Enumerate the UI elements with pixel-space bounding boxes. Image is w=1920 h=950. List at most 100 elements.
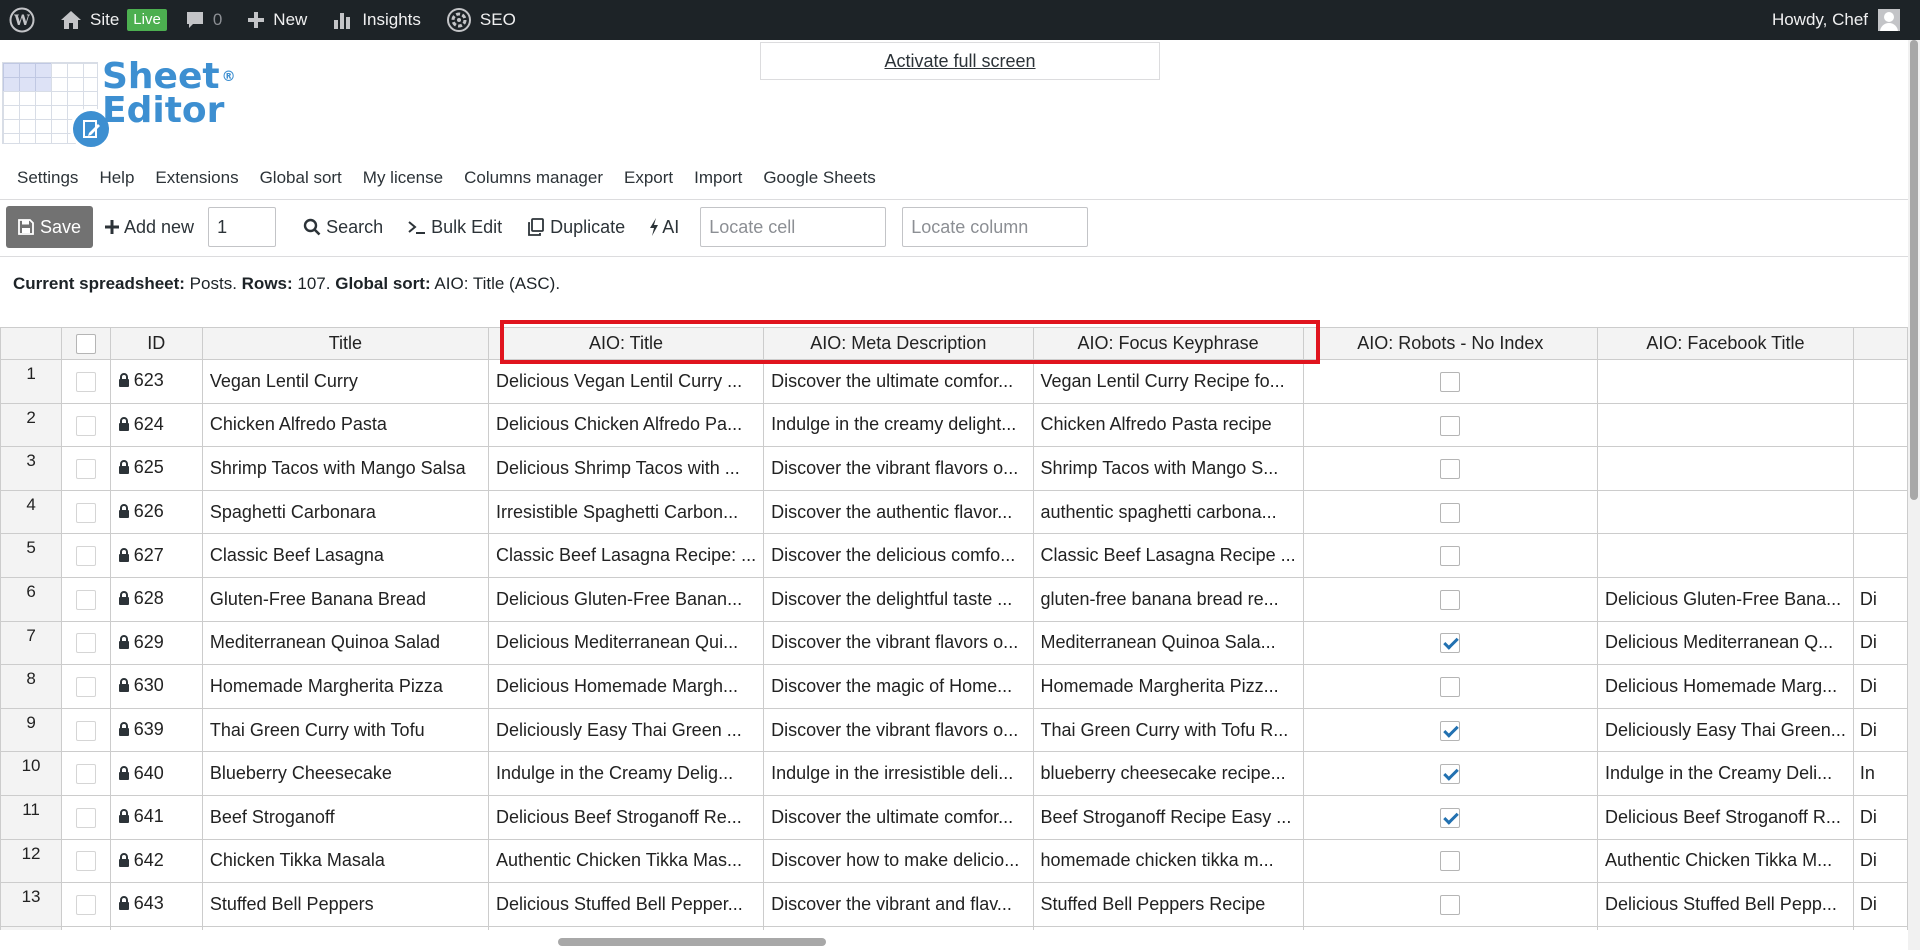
- facebook-title-cell[interactable]: Delicious Homemade Marg...: [1597, 664, 1854, 709]
- row-number[interactable]: 7: [0, 620, 63, 666]
- title-cell[interactable]: Shrimp Tacos with Mango Salsa: [201, 446, 489, 491]
- next-column-cell[interactable]: Di: [1852, 707, 1908, 753]
- aio-title-cell[interactable]: Deliciously Easy Thai Green ...: [487, 707, 765, 753]
- column-header-aio-robots-noindex[interactable]: AIO: Robots - No Index: [1302, 327, 1599, 360]
- next-column-cell[interactable]: [1852, 489, 1908, 535]
- row-select-cell[interactable]: [61, 664, 111, 709]
- next-column-cell[interactable]: [1852, 359, 1908, 404]
- next-column-cell[interactable]: Di: [1852, 794, 1908, 840]
- column-header-aio-focus-keyphrase[interactable]: AIO: Focus Keyphrase: [1032, 327, 1304, 360]
- meta-description-cell[interactable]: [763, 925, 1034, 930]
- facebook-title-cell[interactable]: [1597, 489, 1854, 535]
- add-new-button[interactable]: Add new: [105, 217, 194, 238]
- row-number[interactable]: 4: [0, 489, 63, 535]
- noindex-cell[interactable]: [1302, 576, 1599, 622]
- noindex-cell[interactable]: [1302, 751, 1599, 796]
- meta-description-cell[interactable]: Discover the ultimate comfor...: [763, 359, 1034, 404]
- id-cell[interactable]: 642: [109, 838, 203, 884]
- menu-google-sheets[interactable]: Google Sheets: [763, 168, 875, 194]
- id-cell[interactable]: 641: [109, 794, 203, 840]
- focus-keyphrase-cell[interactable]: Thai Green Curry with Tofu R...: [1032, 707, 1304, 753]
- locate-column-input[interactable]: [902, 207, 1089, 247]
- meta-description-cell[interactable]: Indulge in the creamy delight...: [763, 402, 1034, 448]
- comments-menu[interactable]: 0: [176, 0, 231, 40]
- focus-keyphrase-cell[interactable]: blueberry cheesecake recipe...: [1032, 751, 1304, 796]
- row-select-cell[interactable]: [61, 446, 111, 491]
- id-cell[interactable]: [109, 925, 203, 930]
- duplicate-button[interactable]: Duplicate: [527, 217, 625, 238]
- aio-title-cell[interactable]: Indulge in the Creamy Delig...: [487, 751, 765, 796]
- insights-menu[interactable]: Insights: [323, 0, 430, 40]
- select-all-checkbox[interactable]: [75, 334, 96, 355]
- noindex-checkbox[interactable]: [1440, 371, 1461, 392]
- row-select-cell[interactable]: [61, 359, 111, 404]
- wordpress-logo-button[interactable]: W: [0, 0, 44, 40]
- meta-description-cell[interactable]: Discover the magic of Home...: [763, 664, 1034, 709]
- focus-keyphrase-cell[interactable]: homemade chicken tikka m...: [1032, 838, 1304, 884]
- noindex-checkbox[interactable]: [1440, 502, 1461, 523]
- aio-title-cell[interactable]: Delicious Mediterranean Qui...: [487, 620, 765, 666]
- locate-cell-input[interactable]: [700, 207, 887, 247]
- title-cell[interactable]: Beef Stroganoff: [201, 794, 489, 840]
- next-column-cell[interactable]: [1852, 402, 1908, 448]
- title-cell[interactable]: Blueberry Cheesecake: [201, 751, 489, 796]
- meta-description-cell[interactable]: Discover the vibrant flavors o...: [763, 707, 1034, 753]
- next-column-cell[interactable]: [1852, 533, 1908, 578]
- row-number[interactable]: 12: [0, 838, 63, 884]
- site-menu[interactable]: Site Live: [51, 0, 176, 40]
- focus-keyphrase-cell[interactable]: Shrimp Tacos with Mango S...: [1032, 446, 1304, 491]
- row-select-cell[interactable]: [61, 707, 111, 753]
- row-select-cell[interactable]: [61, 576, 111, 622]
- noindex-checkbox[interactable]: [1440, 677, 1461, 698]
- ai-button[interactable]: AI: [649, 217, 679, 238]
- row-select-checkbox[interactable]: [75, 459, 96, 480]
- facebook-title-cell[interactable]: Delicious Gluten-Free Bana...: [1597, 576, 1854, 622]
- noindex-cell[interactable]: [1302, 489, 1599, 535]
- meta-description-cell[interactable]: Discover the vibrant flavors o...: [763, 446, 1034, 491]
- title-cell[interactable]: Chicken Tikka Masala: [201, 838, 489, 884]
- row-select-checkbox[interactable]: [75, 415, 96, 436]
- row-number[interactable]: 14: [0, 925, 63, 930]
- title-cell[interactable]: Stuffed Bell Peppers: [201, 882, 489, 927]
- focus-keyphrase-cell[interactable]: Stuffed Bell Peppers Recipe: [1032, 882, 1304, 927]
- facebook-title-cell[interactable]: [1597, 446, 1854, 491]
- noindex-cell[interactable]: [1302, 707, 1599, 753]
- facebook-title-cell[interactable]: [1597, 533, 1854, 578]
- focus-keyphrase-cell[interactable]: Homemade Margherita Pizz...: [1032, 664, 1304, 709]
- menu-columns-manager[interactable]: Columns manager: [464, 168, 603, 194]
- menu-extensions[interactable]: Extensions: [155, 168, 238, 194]
- aio-title-cell[interactable]: Delicious Vegan Lentil Curry ...: [487, 359, 765, 404]
- facebook-title-cell[interactable]: [1597, 402, 1854, 448]
- menu-settings[interactable]: Settings: [17, 168, 78, 194]
- facebook-title-cell[interactable]: [1597, 925, 1854, 930]
- save-button[interactable]: Save: [6, 206, 93, 248]
- id-cell[interactable]: 639: [109, 707, 203, 753]
- row-number[interactable]: 13: [0, 882, 63, 927]
- id-cell[interactable]: 628: [109, 576, 203, 622]
- meta-description-cell[interactable]: Indulge in the irresistible deli...: [763, 751, 1034, 796]
- title-cell[interactable]: Homemade Margherita Pizza: [201, 664, 489, 709]
- noindex-cell[interactable]: [1302, 882, 1599, 927]
- title-cell[interactable]: Gluten-Free Banana Bread: [201, 576, 489, 622]
- bulk-edit-button[interactable]: Bulk Edit: [408, 217, 502, 238]
- id-cell[interactable]: 627: [109, 533, 203, 578]
- noindex-checkbox[interactable]: [1440, 459, 1461, 480]
- noindex-checkbox[interactable]: [1440, 807, 1461, 828]
- row-select-checkbox[interactable]: [75, 502, 96, 523]
- id-cell[interactable]: 625: [109, 446, 203, 491]
- menu-global-sort[interactable]: Global sort: [260, 168, 342, 194]
- next-column-cell[interactable]: Di: [1852, 882, 1908, 927]
- next-column-cell[interactable]: In: [1852, 751, 1908, 796]
- menu-help[interactable]: Help: [99, 168, 134, 194]
- aio-title-cell[interactable]: Delicious Gluten-Free Banan...: [487, 576, 765, 622]
- row-select-checkbox[interactable]: [75, 546, 96, 567]
- next-column-cell[interactable]: Di: [1852, 620, 1908, 666]
- aio-title-cell[interactable]: Authentic Chicken Tikka Mas...: [487, 838, 765, 884]
- meta-description-cell[interactable]: Discover how to make delicio...: [763, 838, 1034, 884]
- menu-my-license[interactable]: My license: [363, 168, 443, 194]
- focus-keyphrase-cell[interactable]: Chicken Alfredo Pasta recipe: [1032, 402, 1304, 448]
- row-select-checkbox[interactable]: [75, 633, 96, 654]
- column-header-next[interactable]: [1852, 327, 1908, 360]
- facebook-title-cell[interactable]: Delicious Stuffed Bell Pepp...: [1597, 882, 1854, 927]
- aio-title-cell[interactable]: [487, 925, 765, 930]
